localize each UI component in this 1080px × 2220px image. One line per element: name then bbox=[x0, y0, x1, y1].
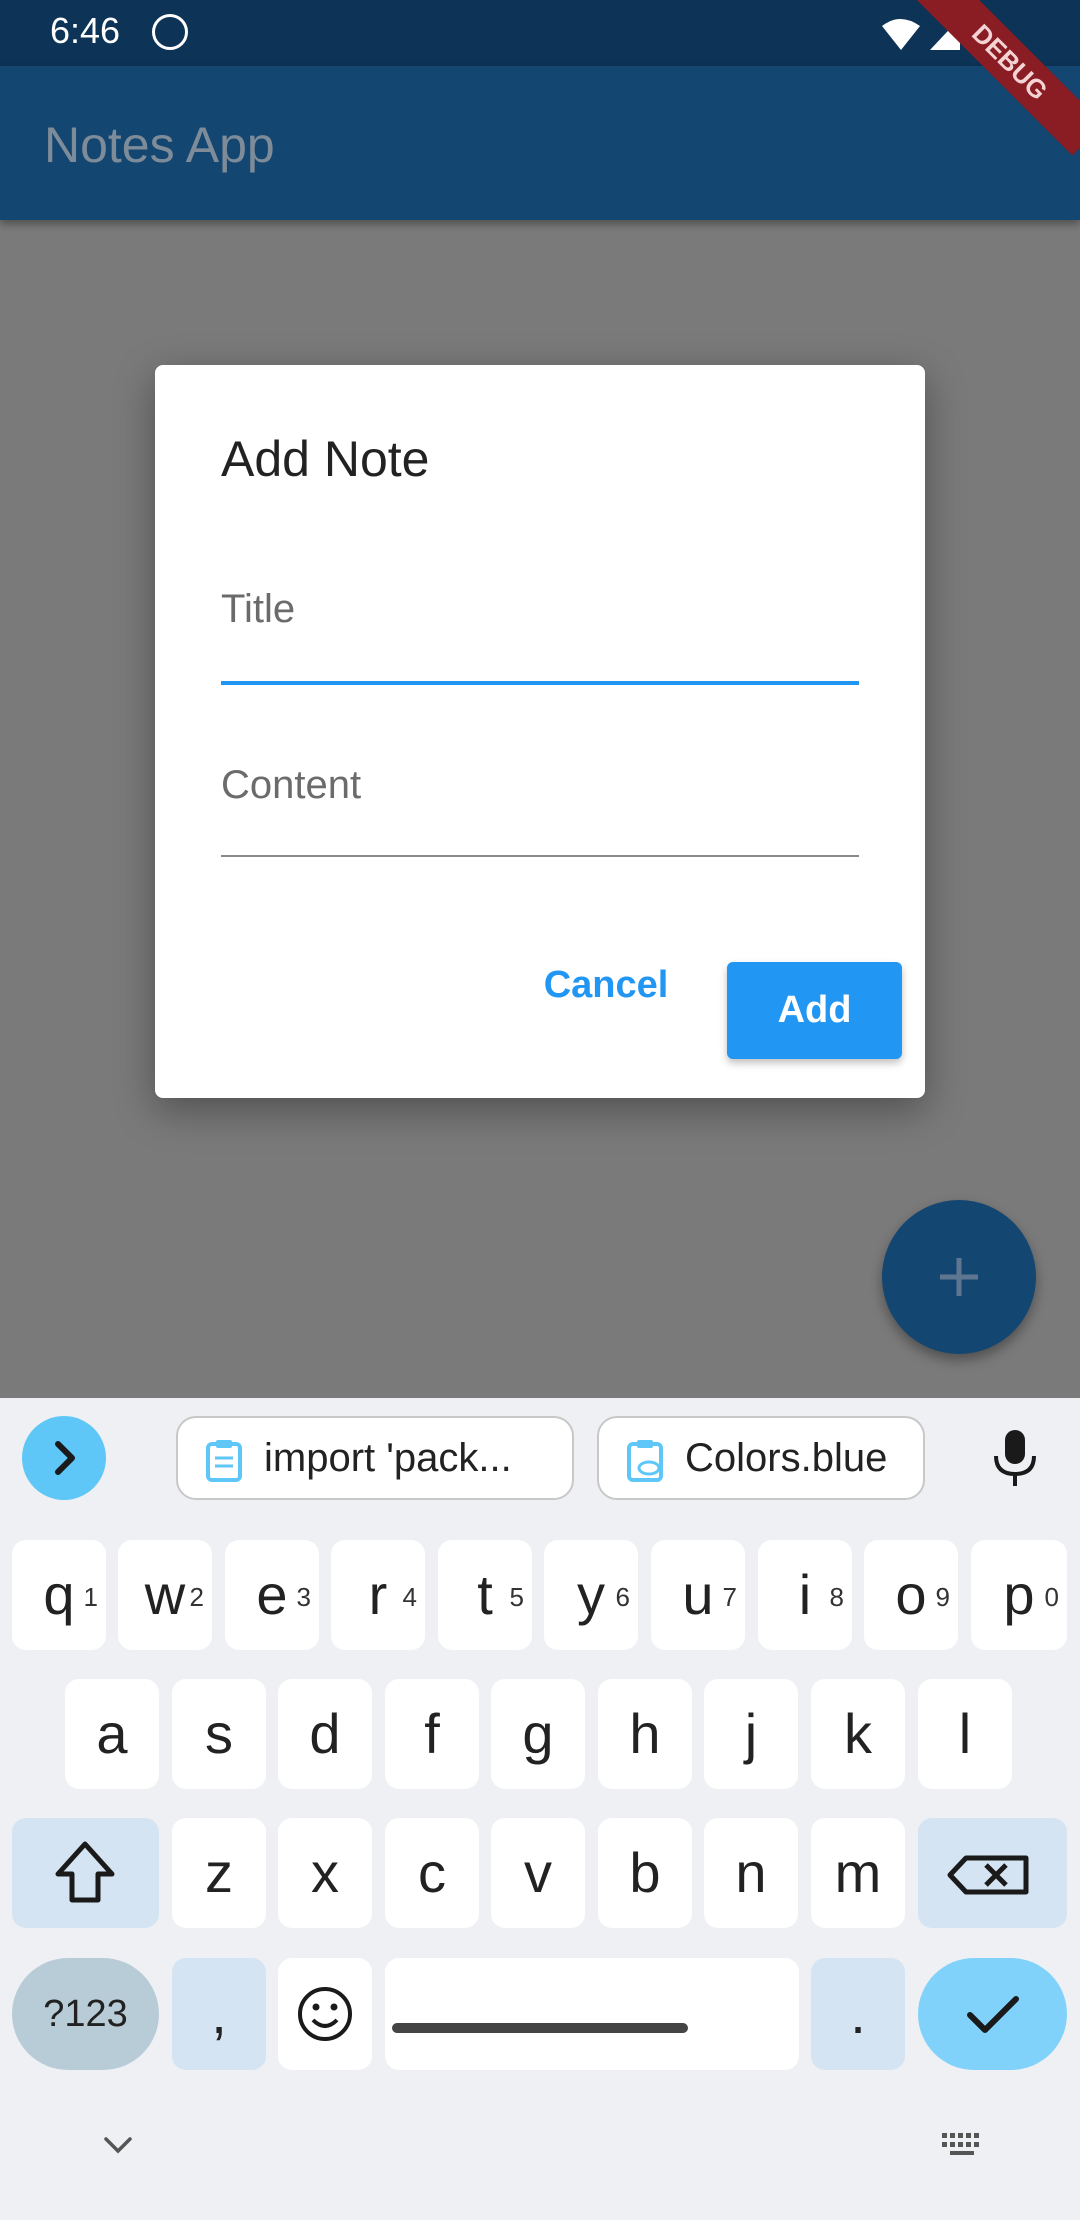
status-bar: 6:46 bbox=[0, 0, 1080, 66]
key-d[interactable]: d bbox=[278, 1679, 372, 1789]
plus-icon bbox=[940, 1258, 978, 1296]
key-t-label: t bbox=[477, 1563, 493, 1626]
backspace-icon bbox=[947, 1855, 1029, 1895]
wifi-icon bbox=[882, 19, 920, 50]
shift-key[interactable] bbox=[12, 1818, 159, 1928]
emoji-key[interactable] bbox=[278, 1958, 372, 2070]
clipboard-chip-1-text: import 'pack... bbox=[264, 1436, 512, 1480]
key-p[interactable]: p0 bbox=[971, 1540, 1067, 1650]
checkmark-icon bbox=[967, 1996, 1019, 2033]
add-button[interactable]: Add bbox=[727, 962, 902, 1059]
key-n[interactable]: n bbox=[704, 1818, 798, 1928]
key-r-number: 4 bbox=[402, 1582, 417, 1612]
battery-icon bbox=[976, 18, 994, 50]
key-u[interactable]: u7 bbox=[651, 1540, 745, 1650]
title-field[interactable]: Title bbox=[221, 587, 859, 687]
key-i-number: 8 bbox=[829, 1582, 844, 1612]
microphone-icon[interactable] bbox=[990, 1428, 1040, 1488]
key-i-label: i bbox=[798, 1563, 812, 1626]
key-h[interactable]: h bbox=[598, 1679, 692, 1789]
signal-icon bbox=[930, 18, 960, 50]
key-r-label: r bbox=[368, 1563, 388, 1626]
key-w-label: w bbox=[144, 1563, 186, 1626]
content-placeholder: Content bbox=[221, 763, 362, 807]
key-o[interactable]: o9 bbox=[864, 1540, 958, 1650]
key-z[interactable]: z bbox=[172, 1818, 266, 1928]
key-e-label: e bbox=[256, 1563, 288, 1626]
key-g[interactable]: g bbox=[491, 1679, 585, 1789]
clipboard-icon bbox=[206, 1440, 242, 1482]
period-key[interactable]: . bbox=[811, 1958, 905, 2070]
add-note-dialog: Add Note Title Content Cancel Add bbox=[155, 365, 925, 1098]
space-key[interactable] bbox=[385, 1958, 799, 2070]
app-title: Notes App bbox=[44, 117, 275, 173]
key-v[interactable]: v bbox=[491, 1818, 585, 1928]
key-y[interactable]: y6 bbox=[544, 1540, 638, 1650]
home-indicator[interactable] bbox=[392, 2023, 688, 2033]
key-y-number: 6 bbox=[615, 1582, 630, 1612]
key-e-number: 3 bbox=[296, 1582, 311, 1612]
add-note-fab[interactable] bbox=[882, 1200, 1036, 1354]
comma-key[interactable]: , bbox=[172, 1958, 266, 2070]
key-p-label: p bbox=[1003, 1563, 1035, 1626]
key-w-number: 2 bbox=[189, 1582, 204, 1612]
key-t[interactable]: t5 bbox=[438, 1540, 532, 1650]
key-p-number: 0 bbox=[1044, 1582, 1059, 1612]
app-bar: Notes App bbox=[0, 66, 1080, 220]
soft-keyboard: import 'pack... Colors.blue q1 w2 e3 r4 … bbox=[0, 1398, 1080, 2220]
key-k[interactable]: k bbox=[811, 1679, 905, 1789]
key-s[interactable]: s bbox=[172, 1679, 266, 1789]
key-u-number: 7 bbox=[722, 1582, 737, 1612]
expand-suggestions-button[interactable] bbox=[22, 1416, 106, 1500]
key-t-number: 5 bbox=[509, 1582, 524, 1612]
notification-icon bbox=[152, 14, 188, 50]
chevron-right-icon bbox=[55, 1441, 75, 1475]
shift-icon bbox=[55, 1841, 115, 1903]
key-x[interactable]: x bbox=[278, 1818, 372, 1928]
key-q-label: q bbox=[43, 1563, 75, 1626]
key-y-label: y bbox=[577, 1563, 605, 1626]
title-placeholder: Title bbox=[221, 587, 296, 631]
status-icons bbox=[882, 18, 994, 50]
symbols-key[interactable]: ?123 bbox=[12, 1958, 159, 2070]
title-underline bbox=[221, 681, 859, 685]
key-e[interactable]: e3 bbox=[225, 1540, 319, 1650]
content-underline bbox=[221, 855, 859, 857]
key-m[interactable]: m bbox=[811, 1818, 905, 1928]
dialog-title: Add Note bbox=[221, 431, 430, 487]
emoji-icon bbox=[298, 1987, 352, 2041]
done-key[interactable] bbox=[918, 1958, 1067, 2070]
content-field[interactable]: Content bbox=[221, 763, 859, 863]
key-j[interactable]: j bbox=[704, 1679, 798, 1789]
key-o-label: o bbox=[895, 1563, 927, 1626]
key-q[interactable]: q1 bbox=[12, 1540, 106, 1650]
hide-keyboard-icon[interactable] bbox=[100, 2133, 136, 2157]
clipboard-chip-2-text: Colors.blue bbox=[685, 1436, 888, 1480]
key-a[interactable]: a bbox=[65, 1679, 159, 1789]
keyboard-switch-icon[interactable] bbox=[940, 2131, 986, 2161]
key-l[interactable]: l bbox=[918, 1679, 1012, 1789]
key-f[interactable]: f bbox=[385, 1679, 479, 1789]
key-o-number: 9 bbox=[935, 1582, 950, 1612]
clipboard-chip-2[interactable]: Colors.blue bbox=[597, 1416, 925, 1500]
key-c[interactable]: c bbox=[385, 1818, 479, 1928]
key-i[interactable]: i8 bbox=[758, 1540, 852, 1650]
cancel-button[interactable]: Cancel bbox=[541, 950, 671, 1020]
backspace-key[interactable] bbox=[918, 1818, 1067, 1928]
key-w[interactable]: w2 bbox=[118, 1540, 212, 1650]
key-b[interactable]: b bbox=[598, 1818, 692, 1928]
key-u-label: u bbox=[682, 1563, 714, 1626]
key-q-number: 1 bbox=[83, 1582, 98, 1612]
status-time: 6:46 bbox=[50, 10, 121, 51]
clipboard-chip-1[interactable]: import 'pack... bbox=[176, 1416, 574, 1500]
clipboard-link-icon bbox=[627, 1440, 663, 1482]
key-r[interactable]: r4 bbox=[331, 1540, 425, 1650]
